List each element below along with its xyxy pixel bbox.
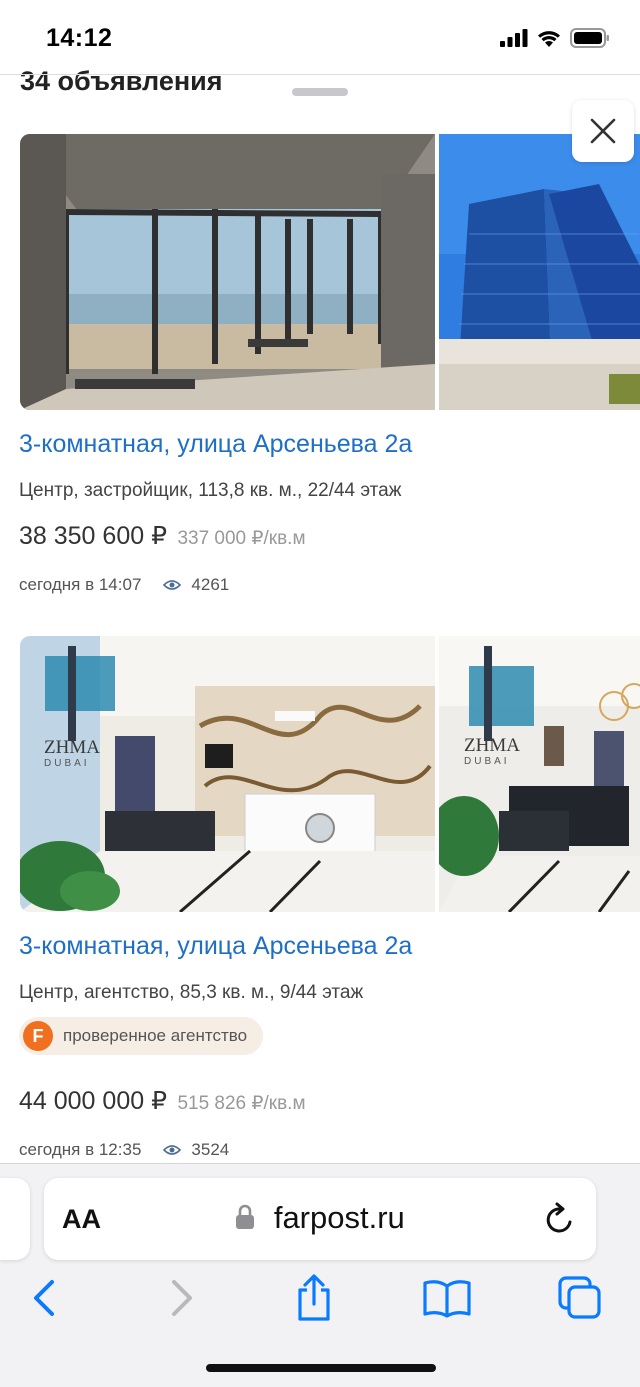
- listing-2-views-count: 3524: [191, 1140, 230, 1159]
- listing-2-views: 3524: [163, 1140, 229, 1160]
- tabs-icon: [558, 1276, 601, 1319]
- listing-1-photo-2[interactable]: [439, 134, 640, 410]
- watermark-text: ZHMA: [464, 735, 520, 756]
- listing-1-views: 4261: [163, 575, 229, 595]
- listing-2-photo-2[interactable]: ZHMA DUBAI: [439, 636, 640, 912]
- listing-2-title[interactable]: 3-комнатная, улица Арсеньева 2а: [19, 932, 412, 961]
- battery-icon: [570, 28, 609, 48]
- listing-1-date: сегодня в 14:07: [19, 575, 142, 594]
- wifi-icon: [538, 31, 560, 47]
- listing-1-meta: сегодня в 14:07 4261: [19, 575, 229, 595]
- eye-icon: [163, 580, 182, 590]
- listing-1-title[interactable]: 3-комнатная, улица Арсеньева 2а: [19, 430, 412, 459]
- share-button[interactable]: [284, 1270, 344, 1326]
- home-indicator[interactable]: [206, 1364, 436, 1372]
- status-time: 14:12: [46, 24, 113, 52]
- back-button[interactable]: [14, 1270, 74, 1326]
- listing-2-details: Центр, агентство, 85,3 кв. м., 9/44 этаж: [19, 982, 364, 1003]
- watermark-subtext: DUBAI: [44, 758, 90, 769]
- domain-text: farpost.ru: [273, 1200, 405, 1235]
- divider: [0, 74, 640, 75]
- results-count-title: 34 объявления: [20, 66, 223, 96]
- watermark-text: ZHMA: [44, 737, 100, 758]
- share-icon: [298, 1274, 330, 1321]
- chevron-left-icon: [34, 1280, 54, 1316]
- listing-1-price: 38 350 600 ₽: [19, 522, 167, 550]
- listing-2-gallery[interactable]: ZHMA DUBAI ZHMA DUBAI: [20, 636, 640, 912]
- verified-agency-badge: F проверенное агентство: [19, 1017, 264, 1055]
- listing-2-photo-1[interactable]: ZHMA DUBAI: [20, 636, 435, 912]
- listing-1-price-per-m2: 337 000 ₽/кв.м: [177, 528, 306, 549]
- status-bar: 14:12: [0, 0, 640, 76]
- eye-icon: [163, 1145, 182, 1155]
- farpost-f-icon: F: [23, 1021, 53, 1051]
- previous-tab-peek[interactable]: [0, 1178, 30, 1260]
- listing-1-photo-1[interactable]: [20, 134, 435, 410]
- sheet-grabber[interactable]: [292, 88, 348, 96]
- listing-2-price-row: 44 000 000 ₽ 515 826 ₽/кв.м: [19, 1086, 306, 1116]
- listing-2-price: 44 000 000 ₽: [19, 1087, 167, 1115]
- chevron-right-icon: [172, 1280, 192, 1316]
- forward-button[interactable]: [152, 1270, 212, 1326]
- tabs-button[interactable]: [550, 1270, 610, 1326]
- address-bar[interactable]: AA farpost.ru: [44, 1178, 596, 1260]
- status-icons: [500, 28, 610, 48]
- listing-1-price-row: 38 350 600 ₽ 337 000 ₽/кв.м: [19, 521, 306, 551]
- close-icon: [590, 118, 616, 144]
- verified-agency-label: проверенное агентство: [63, 1026, 248, 1045]
- listing-1-gallery[interactable]: [20, 134, 640, 410]
- listing-2-meta: сегодня в 12:35 3524: [19, 1140, 229, 1160]
- lock-icon: [236, 1204, 255, 1229]
- bookmarks-button[interactable]: [417, 1270, 477, 1326]
- listing-1-views-count: 4261: [191, 575, 230, 594]
- address-domain[interactable]: farpost.ru: [44, 1200, 596, 1236]
- listing-1-details: Центр, застройщик, 113,8 кв. м., 22/44 э…: [19, 480, 402, 501]
- close-button[interactable]: [572, 100, 634, 162]
- cellular-signal-icon: [500, 29, 528, 47]
- reload-icon[interactable]: [544, 1202, 576, 1236]
- book-icon: [423, 1280, 471, 1318]
- listing-2-price-per-m2: 515 826 ₽/кв.м: [177, 1093, 306, 1114]
- listing-2-date: сегодня в 12:35: [19, 1140, 142, 1159]
- watermark-subtext: DUBAI: [464, 756, 510, 767]
